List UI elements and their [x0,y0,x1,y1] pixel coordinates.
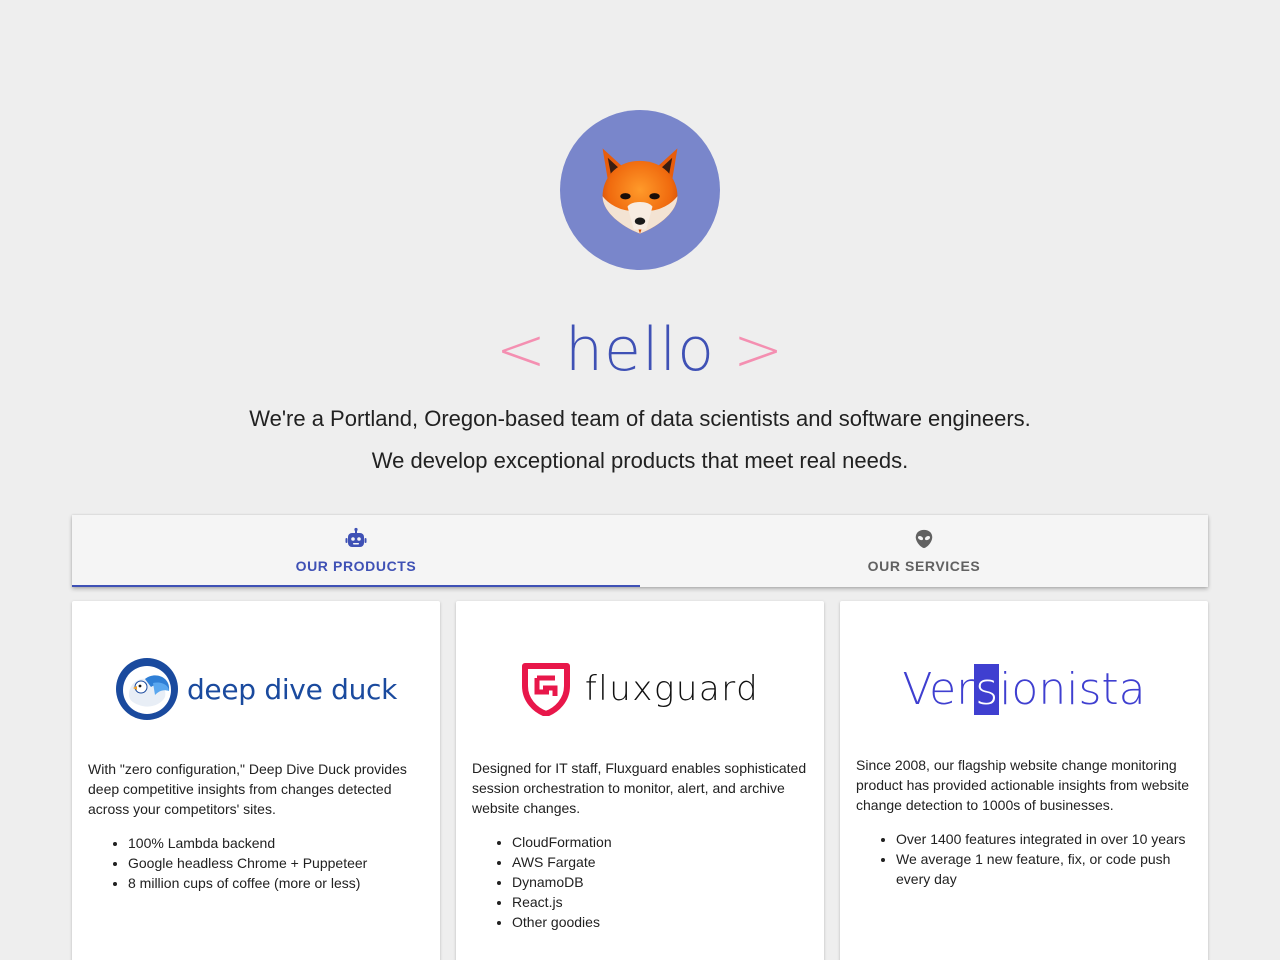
product-feature-list: 100% Lambda backend Google headless Chro… [128,833,424,893]
deep-dive-duck-logo[interactable]: deep dive duck [72,653,440,725]
versionista-wordmark: Ver s ionista [902,663,1146,715]
product-feature-list: CloudFormation AWS Fargate DynamoDB Reac… [512,832,808,932]
product-feature-list: Over 1400 features integrated in over 10… [896,829,1192,889]
list-item: Google headless Chrome + Puppeteer [128,853,424,873]
product-description: Since 2008, our flagship website change … [856,757,1190,813]
tab-label: OUR SERVICES [867,558,981,574]
list-item: CloudFormation [512,832,808,852]
tab-bar: OUR PRODUCTS OUR SERVICES [72,515,1208,587]
product-card-deep-dive-duck: deep dive duck With "zero configuration,… [72,601,440,960]
fluxguard-shield-icon [521,663,570,716]
list-item: 8 million cups of coffee (more or less) [128,873,424,893]
fox-icon [602,148,678,234]
versionista-wordmark-start: Ver [902,663,975,715]
hello-open-bracket: < [495,315,547,385]
hello-word: hello [565,315,715,385]
hello-close-bracket: > [733,315,785,385]
list-item: Other goodies [512,912,808,932]
product-description: Designed for IT staff, Fluxguard enables… [472,760,807,816]
tab-label: OUR PRODUCTS [295,558,417,574]
product-description: With "zero configuration," Deep Dive Duc… [88,761,407,817]
deep-dive-duck-wordmark: deep dive duck [186,672,398,706]
versionista-wordmark-end: ionista [999,663,1146,715]
versionista-logo[interactable]: Ver s ionista [840,653,1208,725]
product-card-versionista: Ver s ionista Since 2008, our flagship web… [840,601,1208,960]
robot-icon [344,527,368,551]
hello-heading: < hello > [0,312,1280,388]
list-item: Over 1400 features integrated in over 10… [896,829,1192,849]
tagline-primary: We're a Portland, Oregon-based team of d… [249,406,1031,431]
duck-logo-icon [115,658,178,720]
list-item: React.js [512,892,808,912]
fluxguard-wordmark: fluxguard [584,669,760,709]
versionista-wordmark-highlight: s [974,663,1000,715]
list-item: We average 1 new feature, fix, or code p… [896,849,1192,889]
tagline-secondary: We develop exceptional products that mee… [371,448,909,473]
fluxguard-logo[interactable]: fluxguard [456,653,824,725]
tab-our-products[interactable]: OUR PRODUCTS [72,515,640,587]
product-card-fluxguard: fluxguard Designed for IT staff, Fluxgua… [456,601,824,960]
list-item: AWS Fargate [512,852,808,872]
tab-our-services[interactable]: OUR SERVICES [640,515,1208,587]
list-item: 100% Lambda backend [128,833,424,853]
list-item: DynamoDB [512,872,808,892]
page: < hello > We're a Portland, Oregon-based t… [0,0,1280,960]
avatar [560,110,720,270]
alien-icon [913,527,935,551]
